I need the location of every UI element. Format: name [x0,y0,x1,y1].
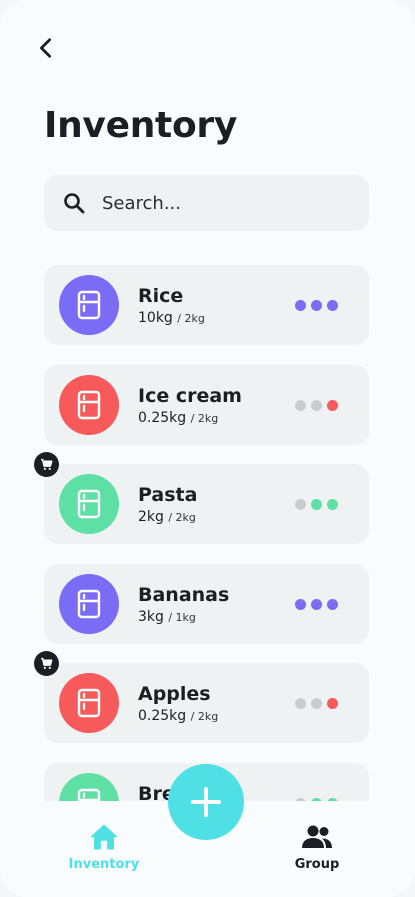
cart-badge[interactable] [34,452,59,477]
search-icon [62,191,86,215]
stock-dot [327,300,338,311]
app-screen: Inventory Rice 10kg / 2kg Ice cream 0.25kg … [0,0,415,897]
stock-level-indicator [295,400,338,411]
stock-dot [295,499,306,510]
fridge-icon [77,788,101,801]
fridge-icon [77,589,101,619]
item-capacity: / 2kg [168,511,196,524]
chevron-left-icon [40,38,52,58]
back-button[interactable] [30,32,62,64]
stock-dot [311,698,322,709]
stock-dot [311,400,322,411]
list-item[interactable]: Rice 10kg / 2kg [44,265,369,345]
item-capacity: / 2kg [190,710,219,723]
item-avatar [59,574,119,634]
cart-badge[interactable] [34,651,59,676]
add-item-button[interactable] [168,764,244,840]
stock-dot [327,698,338,709]
item-name: Pasta [138,484,198,506]
nav-inventory[interactable]: Inventory [44,823,164,872]
item-quantity: 0.25kg / 2kg [138,708,218,724]
item-avatar [59,275,119,335]
nav-inventory-label: Inventory [68,857,140,872]
stock-dot [327,599,338,610]
item-avatar [59,773,119,801]
stock-dot [327,400,338,411]
item-quantity-value: 3kg [138,609,164,625]
stock-dot [311,599,322,610]
stock-dot [311,499,322,510]
item-avatar [59,673,119,733]
stock-level-indicator [295,599,338,610]
item-name: Rice [138,285,184,307]
item-quantity-value: 10kg [138,310,173,326]
shopping-cart-icon [41,657,53,669]
nav-group-label: Group [294,857,340,872]
item-avatar [59,375,119,435]
stock-dot [295,400,306,411]
shopping-cart-icon [41,458,53,470]
item-capacity: / 1kg [168,611,196,624]
item-avatar [59,474,119,534]
item-quantity-value: 2kg [138,509,164,525]
list-item[interactable]: Apples 0.25kg / 2kg [44,663,369,743]
home-icon [90,824,118,850]
stock-dot [295,300,306,311]
item-quantity-value: 0.25kg [138,410,187,426]
list-item[interactable]: Ice cream 0.25kg / 2kg [44,365,369,445]
search-input[interactable] [100,191,344,215]
fridge-icon [77,489,101,519]
stock-level-indicator [295,499,338,510]
item-quantity: 3kg / 1kg [138,609,196,625]
group-icon [302,825,332,848]
list-item[interactable]: Pasta 2kg / 2kg [44,464,369,544]
fridge-icon [77,390,101,420]
item-name: Apples [138,683,211,705]
stock-dot [295,698,306,709]
item-quantity: 0.25kg / 2kg [138,410,218,426]
stock-dot [295,599,306,610]
inventory-list: Rice 10kg / 2kg Ice cream 0.25kg / 2kg Pasta… [0,265,415,801]
item-quantity: 10kg / 2kg [138,310,205,326]
stock-level-indicator [295,698,338,709]
nav-group[interactable]: Group [257,823,377,872]
plus-icon [191,787,221,817]
item-name: Ice cream [138,385,242,407]
fridge-icon [77,688,101,718]
item-capacity: / 2kg [177,312,205,325]
item-capacity: / 2kg [190,412,219,425]
stock-dot [327,499,338,510]
item-quantity-value: 0.25kg [138,708,187,724]
list-item[interactable]: Bananas 3kg / 1kg [44,564,369,644]
page-title: Inventory [44,105,237,146]
search-bar[interactable] [44,175,369,231]
fridge-icon [77,290,101,320]
stock-level-indicator [295,300,338,311]
stock-dot [311,300,322,311]
item-name: Bananas [138,584,230,606]
item-quantity: 2kg / 2kg [138,509,196,525]
